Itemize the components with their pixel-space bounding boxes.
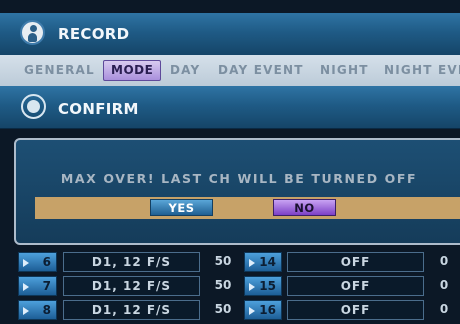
channel-16-mode[interactable]: OFF xyxy=(287,300,424,320)
confirm-circle-icon xyxy=(21,94,46,119)
channel-15-value[interactable]: 0 xyxy=(428,276,460,296)
channel-number: 16 xyxy=(259,303,276,317)
tab-night[interactable]: NIGHT xyxy=(320,61,369,80)
channel-button-14[interactable]: 14 xyxy=(244,252,282,272)
channel-table: 6 D1, 12 F/S 50 14 OFF 0 7 D1, 12 F/S 50… xyxy=(0,252,460,324)
channel-button-15[interactable]: 15 xyxy=(244,276,282,296)
channel-button-6[interactable]: 6 xyxy=(18,252,57,272)
channel-8-value[interactable]: 50 xyxy=(206,300,240,320)
dialog-button-row: YES NO xyxy=(35,197,460,219)
table-row: 7 D1, 12 F/S 50 15 OFF 0 xyxy=(0,276,460,296)
channel-15-mode[interactable]: OFF xyxy=(287,276,424,296)
play-arrow-icon xyxy=(23,283,29,291)
channel-number: 15 xyxy=(259,279,276,293)
channel-number: 6 xyxy=(42,255,51,269)
tab-bar: GENERAL MODE DAY DAY EVENT NIGHT NIGHT E… xyxy=(0,55,460,87)
channel-button-16[interactable]: 16 xyxy=(244,300,282,320)
tab-day-event[interactable]: DAY EVENT xyxy=(218,61,304,80)
play-arrow-icon xyxy=(249,259,255,267)
channel-button-7[interactable]: 7 xyxy=(18,276,57,296)
record-title: RECORD xyxy=(58,25,130,43)
channel-number: 7 xyxy=(42,279,51,293)
channel-number: 8 xyxy=(42,303,51,317)
channel-8-mode[interactable]: D1, 12 F/S xyxy=(63,300,200,320)
channel-16-value[interactable]: 0 xyxy=(428,300,460,320)
channel-7-mode[interactable]: D1, 12 F/S xyxy=(63,276,200,296)
channel-14-value[interactable]: 0 xyxy=(428,252,460,272)
play-arrow-icon xyxy=(23,307,29,315)
tab-night-event[interactable]: NIGHT EVE xyxy=(384,61,460,80)
tab-mode[interactable]: MODE xyxy=(103,60,162,81)
channel-button-8[interactable]: 8 xyxy=(18,300,57,320)
record-person-icon xyxy=(20,20,45,45)
confirm-dialog: MAX OVER! LAST CH WILL BE TURNED OFF YES… xyxy=(14,138,460,245)
tab-day[interactable]: DAY xyxy=(170,61,200,80)
play-arrow-icon xyxy=(249,307,255,315)
record-title-bar: RECORD xyxy=(0,13,460,56)
channel-14-mode[interactable]: OFF xyxy=(287,252,424,272)
yes-button[interactable]: YES xyxy=(150,199,213,216)
dialog-message: MAX OVER! LAST CH WILL BE TURNED OFF xyxy=(60,171,418,186)
tab-general[interactable]: GENERAL xyxy=(24,61,95,80)
channel-number: 14 xyxy=(259,255,276,269)
channel-7-value[interactable]: 50 xyxy=(206,276,240,296)
play-arrow-icon xyxy=(249,283,255,291)
table-row: 6 D1, 12 F/S 50 14 OFF 0 xyxy=(0,252,460,272)
table-row: 8 D1, 12 F/S 50 16 OFF 0 xyxy=(0,300,460,320)
confirm-title-bar: CONFIRM xyxy=(0,86,460,129)
confirm-title: CONFIRM xyxy=(58,100,139,118)
channel-6-mode[interactable]: D1, 12 F/S xyxy=(63,252,200,272)
play-arrow-icon xyxy=(23,259,29,267)
channel-6-value[interactable]: 50 xyxy=(206,252,240,272)
no-button[interactable]: NO xyxy=(273,199,336,216)
